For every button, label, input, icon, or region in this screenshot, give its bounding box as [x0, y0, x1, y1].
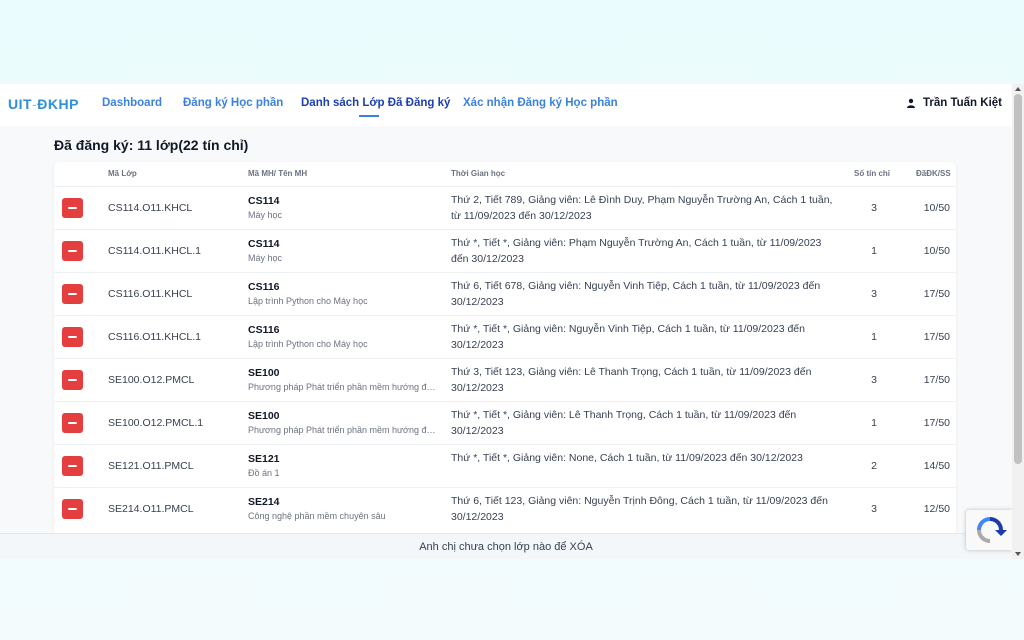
- table-row: CS116.O11.KHCL CS116 Lập trình Python ch…: [54, 272, 956, 315]
- registration-summary: Đã đăng ký: 11 lớp(22 tín chỉ): [54, 137, 249, 153]
- recaptcha-badge[interactable]: [966, 510, 1012, 550]
- nav-registered-list[interactable]: Danh sách Lớp Đã Đăng ký: [301, 97, 450, 117]
- registered-classes-table: Mã Lớp Mã MH/ Tên MH Thời Gian học Số tí…: [54, 162, 956, 542]
- top-navbar: UIT-ĐKHP Dashboard Đăng ký Học phần Danh…: [0, 84, 1012, 126]
- delete-status-bar: Anh chị chưa chọn lớp nào để XÓA: [0, 533, 1012, 559]
- brand-main: UIT: [8, 96, 33, 112]
- subject-name: Công nghệ phần mềm chuyên sâu: [248, 511, 386, 521]
- subject-id: CS116: [248, 324, 280, 336]
- registered-count: 17/50: [923, 288, 950, 300]
- credits: 1: [871, 331, 877, 343]
- minus-icon: [68, 465, 77, 467]
- scroll-down-icon[interactable]: [1015, 552, 1021, 556]
- remove-class-button[interactable]: [62, 327, 83, 347]
- table-row: SE100.O12.PMCL SE100 Phương pháp Phát tr…: [54, 358, 956, 401]
- registered-count: 14/50: [923, 460, 950, 472]
- minus-icon: [68, 336, 77, 338]
- table-row: CS114.O11.KHCL CS114 Máy học Thứ 2, Tiết…: [54, 186, 956, 229]
- subject-name: Máy học: [248, 210, 283, 220]
- credits: 1: [871, 245, 877, 257]
- header-registered: ĐãĐK/SS: [916, 169, 951, 178]
- schedule: Thứ 6, Tiết 678, Giảng viên: Nguyễn Vinh…: [451, 280, 821, 308]
- class-code: SE214.O11.PMCL: [108, 503, 194, 515]
- table-row: SE100.O12.PMCL.1 SE100 Phương pháp Phát …: [54, 401, 956, 444]
- class-code: SE100.O12.PMCL: [108, 374, 195, 386]
- minus-icon: [68, 422, 77, 424]
- subject-name: Máy học: [248, 253, 283, 263]
- table-header: Mã Lớp Mã MH/ Tên MH Thời Gian học Số tí…: [54, 162, 956, 186]
- table-row: CS116.O11.KHCL.1 CS116 Lập trình Python …: [54, 315, 956, 358]
- nav-register[interactable]: Đăng ký Học phần: [183, 97, 283, 109]
- subject-id: SE100: [248, 367, 280, 379]
- page-scrollbar[interactable]: [1012, 84, 1024, 559]
- registered-count: 17/50: [923, 331, 950, 343]
- credits: 1: [871, 417, 877, 429]
- remove-class-button[interactable]: [62, 284, 83, 304]
- credits: 3: [871, 374, 877, 386]
- user-name: Trần Tuấn Kiệt: [922, 97, 1002, 109]
- remove-class-button[interactable]: [62, 241, 83, 261]
- class-code: CS114.O11.KHCL: [108, 202, 193, 214]
- header-schedule: Thời Gian học: [451, 169, 506, 178]
- schedule: Thứ *, Tiết *, Giảng viên: None, Cách 1 …: [451, 452, 803, 464]
- schedule: Thứ 6, Tiết 123, Giảng viên: Nguyễn Trịn…: [451, 495, 828, 523]
- recaptcha-icon: [977, 517, 1007, 543]
- app-window: UIT-ĐKHP Dashboard Đăng ký Học phần Danh…: [0, 84, 1024, 559]
- subject-name: Lập trình Python cho Máy học: [248, 339, 368, 349]
- subject-id: CS114: [248, 238, 280, 250]
- minus-icon: [68, 207, 77, 209]
- remove-class-button[interactable]: [62, 413, 83, 433]
- schedule: Thứ *, Tiết *, Giảng viên: Phạm Nguyễn T…: [451, 237, 822, 265]
- minus-icon: [68, 379, 77, 381]
- class-code: SE100.O12.PMCL.1: [108, 417, 204, 429]
- nav-dashboard[interactable]: Dashboard: [102, 97, 162, 109]
- subject-id: SE214: [248, 496, 280, 508]
- user-menu[interactable]: Trần Tuấn Kiệt: [906, 97, 1002, 109]
- table-row: SE214.O11.PMCL SE214 Công nghệ phần mềm …: [54, 487, 956, 530]
- header-class-code: Mã Lớp: [108, 169, 137, 178]
- subject-id: SE100: [248, 410, 280, 422]
- class-code: CS116.O11.KHCL.1: [108, 331, 201, 343]
- class-code: SE121.O11.PMCL: [108, 460, 194, 472]
- subject-id: CS114: [248, 195, 280, 207]
- subject-id: CS116: [248, 281, 280, 293]
- remove-class-button[interactable]: [62, 456, 83, 476]
- remove-class-button[interactable]: [62, 370, 83, 390]
- registered-count: 10/50: [923, 245, 950, 257]
- brand-sub: ĐKHP: [37, 96, 79, 112]
- schedule: Thứ *, Tiết *, Giảng viên: Lê Thanh Trọn…: [451, 409, 797, 437]
- class-code: CS114.O11.KHCL.1: [108, 245, 201, 257]
- nav-confirm[interactable]: Xác nhận Đăng ký Học phần: [463, 97, 618, 109]
- header-subject: Mã MH/ Tên MH: [248, 169, 308, 178]
- credits: 3: [871, 288, 877, 300]
- credits: 3: [871, 202, 877, 214]
- registered-count: 12/50: [923, 503, 950, 515]
- minus-icon: [68, 508, 77, 510]
- credits: 3: [871, 503, 877, 515]
- schedule: Thứ 2, Tiết 789, Giảng viên: Lê Đình Duy…: [451, 194, 833, 222]
- subject-id: SE121: [248, 453, 280, 465]
- registered-count: 10/50: [923, 202, 950, 214]
- scroll-up-icon[interactable]: [1015, 87, 1021, 91]
- header-credits: Số tín chỉ: [854, 169, 890, 178]
- registered-count: 17/50: [923, 417, 950, 429]
- remove-class-button[interactable]: [62, 499, 83, 519]
- schedule: Thứ 3, Tiết 123, Giảng viên: Lê Thanh Tr…: [451, 366, 812, 394]
- remove-class-button[interactable]: [62, 198, 83, 218]
- scroll-thumb[interactable]: [1014, 94, 1022, 464]
- class-code: CS116.O11.KHCL: [108, 288, 193, 300]
- credits: 2: [871, 460, 877, 472]
- brand-logo[interactable]: UIT-ĐKHP: [8, 96, 79, 112]
- registered-count: 17/50: [923, 374, 950, 386]
- table-row: SE121.O11.PMCL SE121 Đồ án 1 Thứ *, Tiết…: [54, 444, 956, 487]
- subject-name: Phương pháp Phát triển phần mềm hướng đố…: [248, 425, 438, 435]
- user-icon: [906, 98, 915, 108]
- table-row: CS114.O11.KHCL.1 CS114 Máy học Thứ *, Ti…: [54, 229, 956, 272]
- subject-name: Đồ án 1: [248, 468, 280, 478]
- minus-icon: [68, 293, 77, 295]
- minus-icon: [68, 250, 77, 252]
- schedule: Thứ *, Tiết *, Giảng viên: Nguyễn Vinh T…: [451, 323, 805, 351]
- subject-name: Phương pháp Phát triển phần mềm hướng đố…: [248, 382, 438, 392]
- subject-name: Lập trình Python cho Máy học: [248, 296, 368, 306]
